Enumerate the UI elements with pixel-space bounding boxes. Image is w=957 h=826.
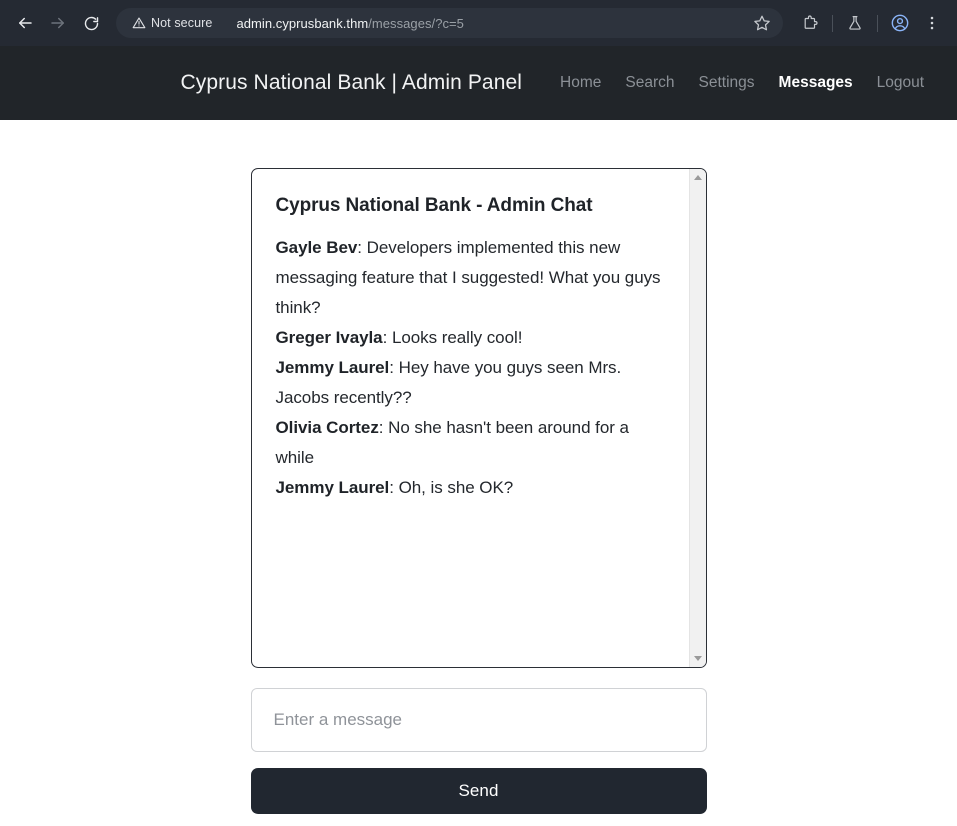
- chat-message: Olivia Cortez: No she hasn't been around…: [276, 413, 670, 473]
- scroll-down-arrow-icon: [693, 656, 702, 661]
- message-input[interactable]: [250, 688, 707, 752]
- page-body: Cyprus National Bank - Admin Chat Gayle …: [0, 120, 957, 826]
- url-domain: admin.cyprusbank.thm: [236, 15, 369, 31]
- site-header: Cyprus National Bank | Admin Panel Home …: [0, 46, 957, 120]
- browser-menu-button[interactable]: [917, 8, 947, 38]
- star-icon: [754, 15, 770, 31]
- site-header-inner: Cyprus National Bank | Admin Panel Home …: [69, 71, 925, 95]
- browser-toolbar: Not secure admin.cyprusbank.thm/messages…: [0, 0, 957, 46]
- profile-button[interactable]: [885, 8, 915, 38]
- chat-message: Jemmy Laurel: Hey have you guys seen Mrs…: [276, 353, 670, 413]
- bookmark-button[interactable]: [747, 8, 777, 38]
- chat-log-box: Cyprus National Bank - Admin Chat Gayle …: [250, 168, 707, 668]
- forward-button[interactable]: [43, 8, 73, 38]
- message-sender: Jemmy Laurel: [275, 478, 390, 497]
- chat-message: Jemmy Laurel: Oh, is she OK?: [276, 473, 670, 503]
- browser-toolbar-actions: [791, 8, 947, 38]
- omnibox-right-actions: [747, 8, 777, 38]
- reload-button[interactable]: [76, 8, 106, 38]
- reload-icon: [84, 16, 98, 30]
- chat-message: Gayle Bev: Developers implemented this n…: [276, 233, 670, 323]
- arrow-right-icon: [51, 17, 64, 29]
- messages-panel: Cyprus National Bank - Admin Chat Gayle …: [250, 168, 707, 814]
- site-security-indicator[interactable]: Not secure: [126, 13, 221, 33]
- labs-button[interactable]: [840, 8, 870, 38]
- nav-link-home[interactable]: Home: [560, 74, 601, 92]
- browser-nav-buttons: [10, 8, 106, 38]
- main-nav: Home Search Settings Messages Logout: [560, 74, 924, 92]
- puzzle-piece-icon: [804, 15, 818, 29]
- message-sender: Greger Ivayla: [275, 328, 383, 347]
- scroll-up-arrow-icon: [693, 175, 702, 180]
- message-sender: Gayle Bev: [275, 238, 358, 257]
- send-button[interactable]: Send: [250, 768, 707, 814]
- three-dot-menu-icon: [930, 16, 934, 30]
- arrow-left-icon: [19, 17, 32, 29]
- account-circle-icon: [891, 14, 909, 32]
- nav-link-logout[interactable]: Logout: [877, 74, 924, 92]
- chat-messages-list: Cyprus National Bank - Admin Chat Gayle …: [252, 169, 688, 667]
- chat-scrollbar[interactable]: [688, 169, 706, 667]
- warning-triangle-icon: [132, 17, 146, 29]
- message-text: : Oh, is she OK?: [389, 478, 514, 497]
- url-path: /messages/?c=5: [368, 15, 464, 31]
- nav-link-search[interactable]: Search: [625, 74, 674, 92]
- flask-icon: [849, 16, 861, 30]
- nav-link-settings[interactable]: Settings: [699, 74, 755, 92]
- url-text: admin.cyprusbank.thm/messages/?c=5: [236, 16, 464, 31]
- back-button[interactable]: [10, 8, 40, 38]
- message-text: : Looks really cool!: [382, 328, 523, 347]
- message-sender: Olivia Cortez: [275, 418, 379, 437]
- chat-heading: Cyprus National Bank - Admin Chat: [275, 195, 593, 216]
- toolbar-divider-2: [877, 14, 878, 32]
- toolbar-divider-1: [832, 14, 833, 32]
- nav-link-messages[interactable]: Messages: [779, 74, 853, 92]
- chat-message: Greger Ivayla: Looks really cool!: [276, 323, 670, 353]
- message-sender: Jemmy Laurel: [275, 358, 390, 377]
- security-label: Not secure: [151, 16, 213, 30]
- scroll-down-button[interactable]: [689, 650, 706, 667]
- scroll-up-button[interactable]: [689, 169, 706, 186]
- page-title: Cyprus National Bank | Admin Panel: [180, 71, 523, 94]
- extensions-button[interactable]: [795, 8, 825, 38]
- address-bar[interactable]: Not secure admin.cyprusbank.thm/messages…: [116, 8, 783, 38]
